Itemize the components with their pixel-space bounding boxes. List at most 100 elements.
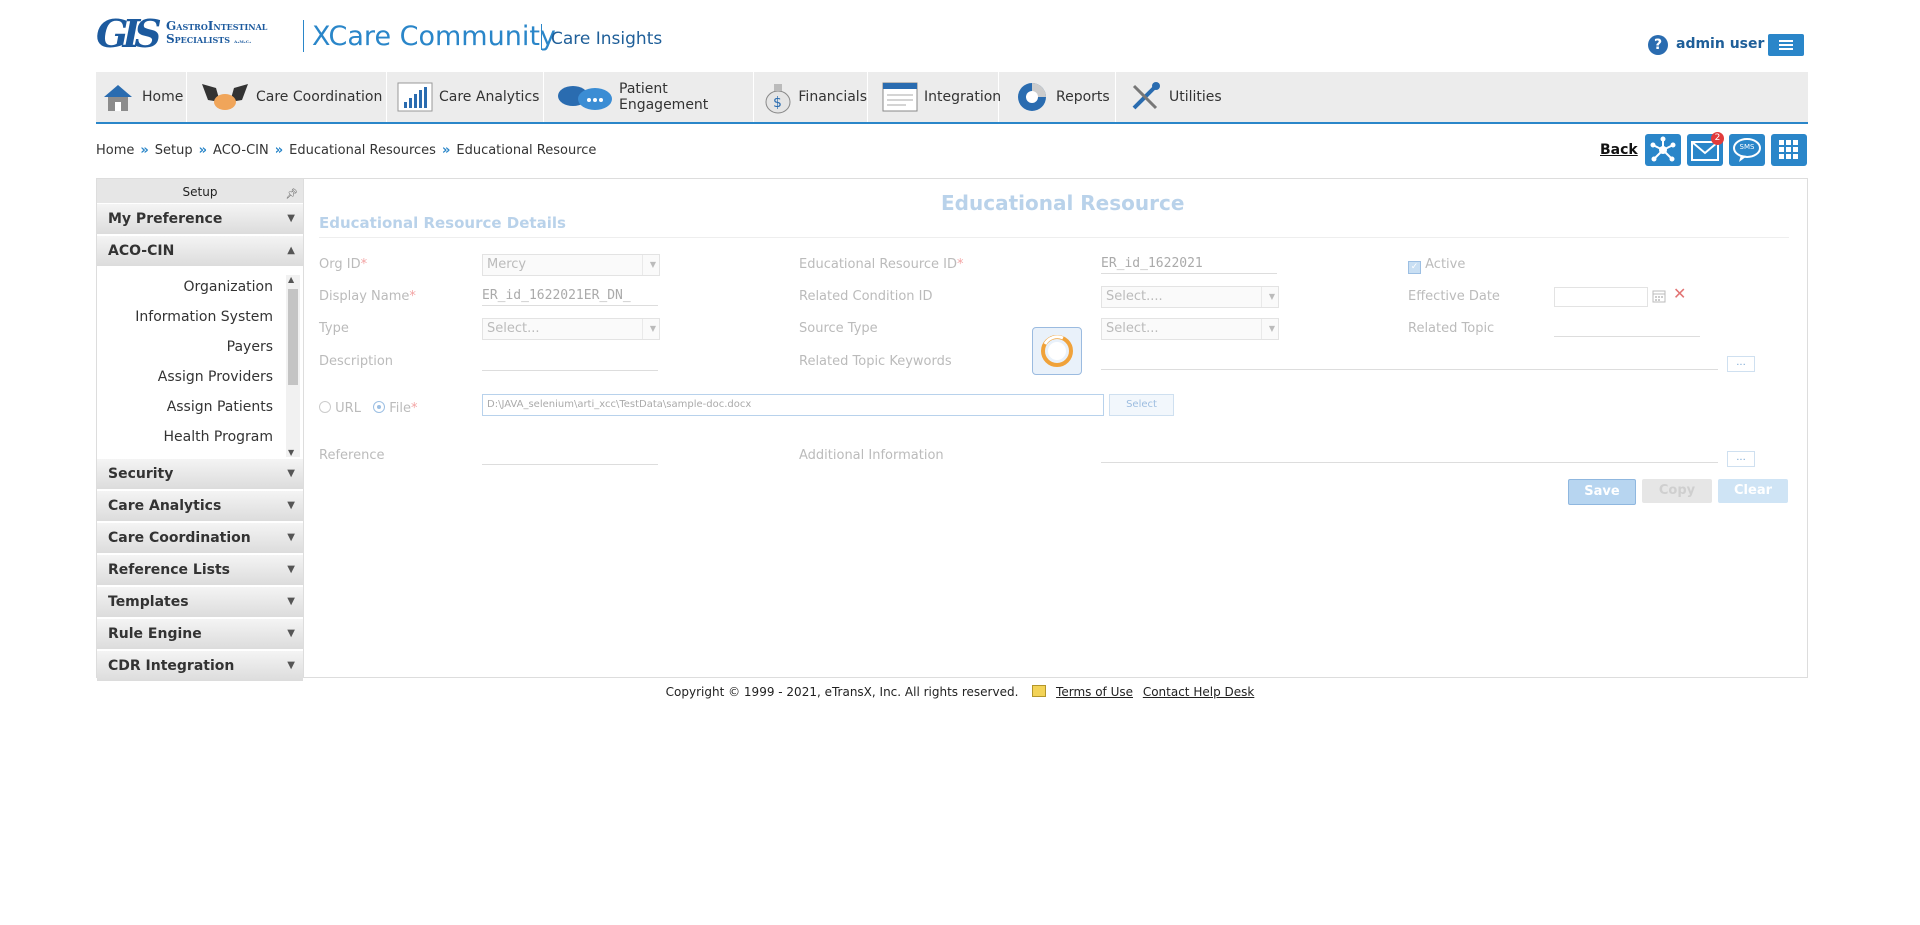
nav-care-coordination[interactable]: Care Coordination (196, 72, 387, 122)
nav-care-analytics[interactable]: Care Analytics (393, 72, 544, 122)
breadcrumb-separator: » (274, 143, 284, 158)
sidebar-section-templates[interactable]: Templates ▼ (97, 587, 303, 619)
sidebar-item-assign-patients[interactable]: Assign Patients (97, 398, 273, 416)
nav-home[interactable]: Home (96, 72, 187, 122)
apps-grid-button[interactable] (1771, 134, 1807, 166)
source-type-select[interactable]: Select... ▼ (1101, 318, 1279, 340)
additional-info-browse-button[interactable]: ... (1727, 451, 1755, 467)
sidebar-section-cdr-integration[interactable]: CDR Integration ▼ (97, 651, 303, 683)
related-topic-input[interactable] (1554, 318, 1700, 337)
related-condition-value: Select.... (1106, 289, 1163, 304)
active-checkbox-group: ✓ Active (1408, 257, 1465, 274)
help-desk-link[interactable]: Contact Help Desk (1143, 685, 1255, 699)
note-icon (1032, 685, 1047, 697)
sidebar-item-payers[interactable]: Payers (97, 338, 273, 356)
nav-home-label: Home (142, 89, 184, 105)
keywords-browse-button[interactable]: ... (1727, 356, 1755, 372)
sidebar-section-care-analytics[interactable]: Care Analytics ▼ (97, 491, 303, 523)
network-button[interactable] (1645, 134, 1681, 166)
edu-id-input[interactable]: ER_id_1622021 (1101, 255, 1277, 274)
scroll-down-arrow[interactable]: ▼ (288, 448, 294, 457)
sidebar-item-information-system[interactable]: Information System (97, 308, 273, 326)
source-type-value: Select... (1106, 321, 1159, 336)
nav-utilities[interactable]: Utilities (1123, 72, 1223, 122)
user-name[interactable]: admin user (1676, 35, 1764, 53)
breadcrumb-separator: » (441, 143, 451, 158)
sidebar-header: Setup 📌︎ (97, 179, 303, 203)
section-label: My Preference (108, 211, 223, 227)
url-label: URL (335, 401, 361, 416)
type-label: Type (319, 321, 349, 336)
type-select[interactable]: Select... ▼ (482, 318, 660, 340)
terms-link[interactable]: Terms of Use (1056, 685, 1133, 699)
sidebar-item-organization[interactable]: Organization (97, 278, 273, 296)
section-label: Templates (108, 594, 189, 610)
url-radio-group: URL File* (319, 401, 417, 417)
nav-financials-label: Financials (798, 89, 867, 105)
related-keywords-input[interactable] (1101, 351, 1718, 370)
sms-button[interactable]: SMS (1729, 134, 1765, 166)
file-path-input[interactable]: D:\JAVA_selenium\arti_xcc\TestData\sampl… (482, 394, 1104, 416)
sidebar-section-security[interactable]: Security ▼ (97, 459, 303, 491)
menu-button[interactable] (1768, 34, 1804, 56)
related-condition-select[interactable]: Select.... ▼ (1101, 286, 1279, 308)
description-label: Description (319, 354, 394, 369)
reference-input[interactable] (482, 446, 658, 465)
save-button[interactable]: Save (1568, 479, 1636, 505)
money-bag-icon: $ (764, 79, 792, 115)
file-label: File (389, 401, 411, 416)
edu-id-label: Educational Resource ID* (799, 257, 964, 273)
nav-financials[interactable]: $ Financials (760, 72, 868, 122)
nav-reports[interactable]: Reports (1010, 72, 1116, 122)
scrollbar-thumb[interactable] (288, 289, 298, 385)
breadcrumb-educational-resources[interactable]: Educational Resources (289, 143, 436, 158)
section-title: Educational Resource Details (319, 214, 566, 232)
nav-integration[interactable]: Integration (878, 72, 1001, 122)
related-keywords-label: Related Topic Keywords (799, 354, 952, 369)
sidebar-item-health-program[interactable]: Health Program (97, 428, 274, 446)
sidebar-section-care-coordination[interactable]: Care Coordination ▼ (97, 523, 303, 555)
breadcrumb-setup[interactable]: Setup (155, 143, 193, 158)
chevron-down-icon: ▼ (287, 532, 295, 543)
nav-reports-label: Reports (1056, 89, 1110, 105)
breadcrumb-aco-cin[interactable]: ACO-CIN (213, 143, 269, 158)
active-checkbox[interactable]: ✓ (1408, 261, 1421, 274)
file-radio[interactable] (373, 401, 386, 413)
logo-mark: GIS (96, 11, 162, 56)
logo-line2-text: Specialists (166, 32, 230, 46)
breadcrumb-home[interactable]: Home (96, 143, 134, 158)
clear-date-icon[interactable]: ✕ (1673, 286, 1686, 302)
sidebar-item-assign-providers[interactable]: Assign Providers (97, 368, 273, 386)
grid-icon (1779, 140, 1798, 159)
sidebar-scrollbar[interactable]: ▲ ▼ (286, 275, 300, 457)
sidebar-section-reference-lists[interactable]: Reference Lists ▼ (97, 555, 303, 587)
sms-label: SMS (1739, 143, 1755, 151)
effective-date-input[interactable] (1554, 287, 1648, 307)
home-icon (100, 79, 136, 115)
scroll-up-arrow[interactable]: ▲ (288, 275, 294, 284)
sidebar-section-my-preference[interactable]: My Preference ▼ (97, 204, 303, 236)
svg-text:$: $ (773, 95, 782, 111)
clear-button[interactable]: Clear (1718, 479, 1788, 503)
additional-info-input[interactable] (1101, 444, 1718, 463)
org-id-select[interactable]: Mercy ▼ (482, 254, 660, 276)
select-file-button[interactable]: Select (1109, 394, 1174, 416)
edu-id-label-text: Educational Resource ID (799, 257, 958, 272)
section-label: Rule Engine (108, 626, 202, 642)
display-name-input[interactable]: ER_id_1622021ER_DN_ (482, 287, 658, 306)
calendar-icon[interactable] (1652, 288, 1666, 307)
back-link[interactable]: Back (1600, 142, 1638, 158)
nav-patient-engagement[interactable]: Patient Engagement (553, 72, 754, 122)
description-input[interactable] (482, 352, 658, 371)
tools-icon (1127, 79, 1163, 115)
mail-button[interactable]: 2 (1687, 132, 1724, 166)
sidebar-section-aco-cin[interactable]: ACO-CIN ▲ (97, 236, 303, 268)
display-name-label-text: Display Name (319, 289, 410, 304)
spinner-icon (1041, 335, 1073, 367)
copy-button[interactable]: Copy (1642, 479, 1712, 503)
related-topic-label: Related Topic (1408, 321, 1495, 336)
url-radio[interactable] (319, 401, 331, 413)
sidebar-section-rule-engine[interactable]: Rule Engine ▼ (97, 619, 303, 651)
help-icon[interactable]: ? (1648, 35, 1668, 55)
header-divider (303, 20, 304, 52)
